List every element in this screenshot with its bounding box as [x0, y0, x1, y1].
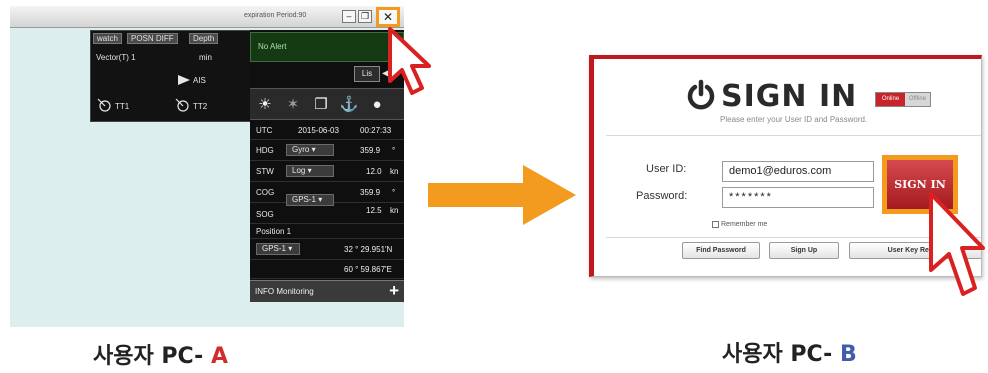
route-icon[interactable]: ⚓ [338, 95, 360, 115]
cog-label: COG [256, 188, 275, 197]
power-icon [687, 79, 715, 110]
utc-label: UTC [256, 126, 273, 135]
info-monitoring-label: INFO Monitoring [255, 287, 314, 296]
vector-unit: min [199, 53, 212, 62]
stw-value: 12.0 [366, 167, 382, 176]
position-label: Position 1 [256, 227, 292, 236]
sign-up-button[interactable]: Sign Up [769, 242, 839, 259]
vector-label: Vector(T) 1 [96, 53, 136, 62]
tt1-icon[interactable] [97, 98, 113, 114]
info-monitoring-bar[interactable]: INFO Monitoring + [250, 280, 404, 302]
stw-unit: kn [390, 167, 399, 176]
tt1-label: TT1 [115, 102, 130, 111]
brightness-icon[interactable]: ☀ [254, 95, 276, 115]
caption-user-pc-a: 사용자 PC- A [93, 344, 228, 369]
cursor-arrow-icon [388, 27, 431, 95]
divider [606, 135, 981, 136]
find-password-button[interactable]: Find Password [682, 242, 760, 259]
right-arrow-icon [428, 165, 576, 225]
tab-depth[interactable]: Depth [189, 33, 219, 44]
cursor-arrow-icon [929, 192, 985, 296]
hdg-value: 359.9 [360, 146, 381, 155]
latitude-value: 32 ° 29.951'N [344, 245, 393, 254]
window-title: expiration Period:90 [244, 12, 307, 19]
list-button[interactable]: Lis [354, 66, 380, 82]
password-input[interactable]: ******* [722, 187, 874, 208]
user-pc-a-screen: expiration Period:90 – ❐ ✕ watch POSN DI… [10, 6, 404, 327]
user-pc-b-signin-dialog: SIGN IN Online Offline Please enter your… [589, 55, 982, 277]
stw-source-dropdown[interactable]: Log ▾ [286, 165, 334, 177]
alert-bar: No Alert [250, 32, 404, 62]
layers-icon[interactable]: ❐ [310, 95, 332, 115]
remember-me-checkbox[interactable] [712, 221, 719, 228]
close-button[interactable]: ✕ [376, 7, 400, 27]
longitude-value: 60 ° 59.867'E [344, 265, 392, 274]
toggle-online[interactable]: Online [876, 93, 905, 106]
tab-posn-diff[interactable]: POSN DIFF [127, 33, 178, 44]
cog-unit: ° [392, 188, 396, 197]
cog-value: 359.9 [360, 188, 381, 197]
toggle-offline[interactable]: Offline [905, 93, 930, 106]
user-id-label: User ID: [646, 163, 687, 175]
stw-row: STW Log ▾ 12.0 kn [250, 162, 404, 182]
user-id-input[interactable]: demo1@eduros.com [722, 161, 874, 182]
remember-me-label: Remember me [721, 221, 768, 228]
hdg-source-dropdown[interactable]: Gyro ▾ [286, 144, 334, 156]
add-icon[interactable]: + [389, 282, 399, 300]
tt2-icon[interactable] [175, 98, 191, 114]
signin-title: SIGN IN [721, 79, 858, 114]
sog-value: 12.5 [366, 206, 382, 215]
longitude-row: 60 ° 59.867'E [250, 261, 404, 279]
position-source-dropdown[interactable]: GPS-1 ▾ [256, 243, 300, 255]
utc-time: 00:27:33 [360, 126, 392, 135]
signin-subtitle: Please enter your User ID and Password. [720, 115, 868, 124]
ais-icon [178, 75, 190, 85]
display-mode-icon[interactable]: ✶ [282, 95, 304, 115]
ais-label: AIS [193, 76, 206, 85]
caption-user-pc-b: 사용자 PC- B [722, 342, 857, 367]
info-panel: No Alert Lis ◀ ☀ ✶ ❐ ⚓ ● UTC 2015-06-03 … [250, 30, 404, 302]
hdg-row: HDG Gyro ▾ 359.9 ° [250, 141, 404, 161]
online-offline-toggle[interactable]: Online Offline [875, 92, 931, 107]
stw-label: STW [256, 167, 274, 176]
latitude-row: GPS-1 ▾ 32 ° 29.951'N [250, 240, 404, 260]
window-titlebar: expiration Period:90 – ❐ ✕ [10, 6, 404, 28]
watch-panel: watch POSN DIFF Depth Vector(T) 1 min AI… [90, 30, 252, 122]
hdg-label: HDG [256, 146, 274, 155]
restore-button[interactable]: ❐ [358, 10, 372, 23]
sog-row: SOG 12.5 kn [250, 204, 404, 224]
utc-date: 2015-06-03 [298, 126, 339, 135]
tt2-label: TT2 [193, 102, 208, 111]
minimize-button[interactable]: – [342, 10, 356, 23]
hdg-unit: ° [392, 146, 396, 155]
sog-label: SOG [256, 210, 274, 219]
tab-watch[interactable]: watch [93, 33, 122, 44]
tool-row: ☀ ✶ ❐ ⚓ ● [250, 88, 404, 120]
sog-unit: kn [390, 206, 399, 215]
utc-row: UTC 2015-06-03 00:27:33 [250, 122, 404, 140]
password-label: Password: [636, 190, 688, 202]
position-row: Position 1 [250, 225, 404, 239]
